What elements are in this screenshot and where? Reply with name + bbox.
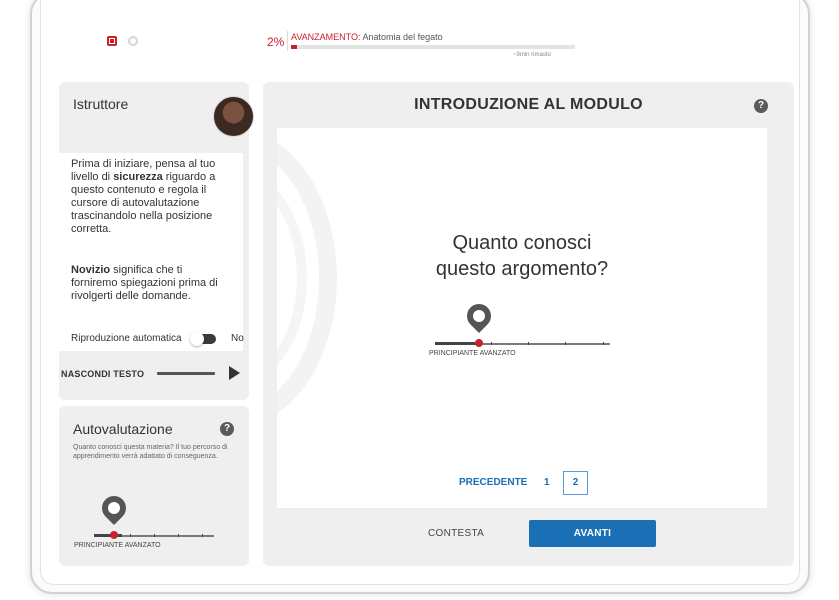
slider-handle[interactable]	[475, 339, 483, 347]
slider-label: PRINCIPIANTE AVANZATO	[429, 350, 516, 357]
next-button[interactable]: AVANTI	[529, 520, 656, 547]
instructor-text-bold: sicurezza	[113, 171, 163, 183]
progress-divider	[287, 31, 288, 51]
user-pin-icon	[462, 299, 496, 333]
slider-tick	[178, 534, 179, 537]
slider-label: PRINCIPIANTE AVANZATO	[74, 542, 161, 549]
help-icon[interactable]: ?	[220, 422, 234, 436]
slider-tick	[202, 534, 203, 537]
slider-track-fill	[435, 342, 477, 345]
progress-bar-fill	[291, 45, 297, 49]
user-pin-icon	[97, 491, 131, 525]
question-line: questo argomento?	[435, 258, 609, 280]
page-1-button[interactable]: 1	[544, 477, 550, 488]
contest-button[interactable]: CONTESTA	[428, 528, 484, 539]
main-panel: INTRODUZIONE AL MODULO ? Quanto conosci …	[263, 82, 794, 566]
audio-progress-bar[interactable]	[157, 372, 215, 375]
instructor-title: Istruttore	[73, 96, 129, 112]
time-remaining: ~9min rimasto	[513, 52, 551, 58]
self-evaluation-panel: Autovalutazione ? Quanto conosci questa …	[59, 406, 249, 566]
top-bar: 2% AVANZAMENTO: Anatomia del fegato ~9mi…	[41, 0, 799, 72]
progress-title: AVANZAMENTO: Anatomia del fegato	[291, 32, 443, 42]
progress-percent: 2%	[267, 35, 285, 49]
self-evaluation-description: Quanto conosci questa materia? Il tuo pe…	[73, 444, 228, 460]
hide-text-button[interactable]: NASCONDI TESTO	[61, 369, 144, 379]
progress-bar	[291, 45, 575, 49]
instructor-paragraph-2: Novizio significa che ti forniremo spieg…	[71, 264, 231, 303]
progress-label: AVANZAMENTO:	[291, 32, 361, 42]
slider-tick	[491, 342, 492, 345]
instructor-text-bold: Novizio	[71, 264, 111, 276]
autoplay-value: No	[231, 333, 244, 344]
slider-tick	[603, 342, 604, 345]
content-area: Quanto conosci questo argomento? PRINCIP…	[277, 128, 767, 508]
slider-tick	[565, 342, 566, 345]
slider-handle[interactable]	[110, 531, 118, 539]
progress-topic: Anatomia del fegato	[362, 32, 443, 42]
page-2-button[interactable]: 2	[563, 471, 588, 495]
self-evaluation-title: Autovalutazione	[73, 421, 173, 437]
instructor-text: Prima di iniziare, pensa al tuo livello …	[59, 153, 243, 351]
autoplay-toggle-knob[interactable]	[190, 332, 204, 346]
play-icon[interactable]	[229, 366, 240, 380]
app-screen: 2% AVANZAMENTO: Anatomia del fegato ~9mi…	[40, 0, 800, 585]
question-text: Quanto conosci questo argomento?	[422, 230, 622, 282]
help-icon[interactable]: ?	[754, 99, 768, 113]
slider-tick	[154, 534, 155, 537]
module-icon[interactable]	[107, 36, 117, 46]
settings-icon[interactable]	[128, 36, 138, 46]
slider-tick	[528, 342, 529, 345]
previous-button[interactable]: PRECEDENTE	[459, 477, 527, 488]
autoplay-label: Riproduzione automatica	[71, 333, 182, 344]
instructor-paragraph-1: Prima di iniziare, pensa al tuo livello …	[71, 158, 231, 236]
question-line: Quanto conosci	[452, 232, 592, 254]
autoplay-row: Riproduzione automatica No	[71, 332, 244, 346]
module-title: INTRODUZIONE AL MODULO	[414, 96, 643, 113]
instructor-panel: Istruttore Prima di iniziare, pensa al t…	[59, 82, 254, 400]
instructor-avatar	[213, 96, 254, 137]
slider-tick	[130, 534, 131, 537]
